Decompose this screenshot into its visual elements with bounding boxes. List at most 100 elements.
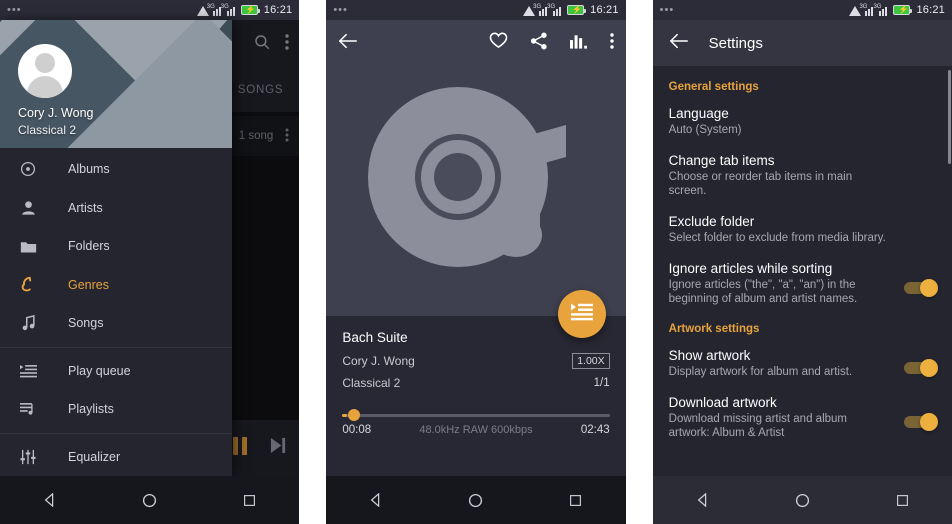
toggle-download-artwork[interactable]	[903, 412, 938, 431]
arrow-back-icon[interactable]	[669, 32, 689, 55]
setting-title: Change tab items	[668, 153, 775, 168]
three-phone-screenshot-collage: ••• 3G 3G ⚡ 16:21 SONGS 1 song Cory J. W…	[0, 0, 952, 524]
status-clock: 16:21	[263, 4, 293, 16]
toggle-knob	[919, 278, 938, 297]
play-queue-icon	[570, 303, 593, 326]
sidebar-item-playlists[interactable]: Playlists	[0, 390, 232, 429]
android-nav-bar	[652, 476, 952, 524]
drawer-header: Cory J. Wong Classical 2	[0, 20, 232, 148]
sidebar-item-genres[interactable]: Genres	[0, 266, 232, 305]
setting-title: Show artwork	[668, 348, 751, 363]
sidebar-item-label: Folders	[68, 239, 110, 254]
sidebar-item-equalizer[interactable]: Equalizer	[0, 438, 232, 477]
status-notification-dots: •••	[333, 4, 348, 16]
signal-2-icon: 3G	[873, 4, 890, 16]
avatar	[18, 44, 72, 98]
audio-format-label: 48.0kHz RAW 600kbps	[419, 424, 533, 436]
elapsed-time: 00:08	[342, 424, 372, 436]
settings-section-header: Artwork settings	[668, 323, 760, 335]
toggle-knob	[919, 358, 938, 377]
nav-back-triangle-icon[interactable]	[677, 493, 729, 507]
track-position-label: 1/1	[593, 377, 610, 389]
setting-show-artwork[interactable]: Show artwork Display artwork for album a…	[653, 344, 952, 391]
seek-bar[interactable]	[342, 409, 610, 421]
nav-recents-square-icon[interactable]	[223, 494, 275, 507]
setting-subtitle: Ignore articles ("the", "a", "an") in th…	[668, 279, 858, 305]
setting-change-tab-items[interactable]: Change tab items Choose or reorder tab i…	[653, 149, 952, 210]
sidebar-item-label: Genres	[68, 277, 109, 292]
status-bar: ••• 3G 3G ⚡ 16:21	[326, 0, 626, 20]
share-icon[interactable]	[530, 32, 548, 55]
settings-list: General settings Language Auto (System) …	[653, 66, 952, 524]
more-vert-icon[interactable]	[609, 32, 614, 54]
track-artist-row: Cory J. Wong 1.00X	[342, 353, 610, 369]
sidebar-item-label: Equalizer	[68, 449, 121, 464]
heart-outline-icon[interactable]	[489, 32, 508, 54]
settings-body: Settings General settings Language Auto …	[652, 20, 952, 524]
phone-screen-player: ••• 3G 3G ⚡ 16:21 Bach Suite Cory J. Won…	[326, 0, 626, 524]
page-title: Settings	[708, 34, 763, 52]
setting-exclude-folder[interactable]: Exclude folder Select folder to exclude …	[653, 210, 952, 257]
person-icon	[16, 200, 40, 216]
track-album: Classical 2	[342, 376, 401, 390]
nav-home-circle-icon[interactable]	[776, 493, 828, 508]
setting-title: Download artwork	[668, 395, 777, 410]
nav-recents-square-icon[interactable]	[550, 494, 602, 507]
sidebar-item-songs[interactable]: Songs	[0, 304, 232, 343]
avatar-head	[35, 53, 55, 73]
album-artwork-placeholder[interactable]	[326, 54, 625, 320]
phone-screen-library: ••• 3G 3G ⚡ 16:21 SONGS 1 song Cory J. W…	[0, 0, 300, 524]
status-bar: ••• 3G 3G ⚡ 16:21	[0, 0, 300, 20]
nav-recents-square-icon[interactable]	[876, 494, 928, 507]
setting-download-artwork[interactable]: Download artwork Download missing artist…	[653, 391, 952, 452]
sidebar-item-label: Songs	[68, 316, 104, 331]
playback-speed-badge[interactable]: 1.00X	[572, 353, 610, 369]
setting-title: Language	[668, 106, 729, 121]
drawer-group-queue: Play queue Playlists	[0, 346, 232, 429]
arrow-back-icon[interactable]	[338, 32, 358, 55]
total-duration: 02:43	[580, 424, 610, 436]
settings-section-header: General settings	[668, 81, 759, 93]
nav-back-triangle-icon[interactable]	[350, 493, 402, 507]
sidebar-item-label: Artists	[68, 200, 103, 215]
drawer-group-tools: Equalizer	[0, 432, 232, 477]
player-appbar	[326, 20, 625, 66]
play-queue-fab-button[interactable]	[557, 290, 606, 338]
bar-chart-icon[interactable]	[569, 33, 588, 54]
music-note-icon	[16, 315, 40, 331]
nav-back-triangle-icon[interactable]	[24, 493, 76, 507]
album-disc-icon	[16, 161, 40, 177]
playlist-music-icon	[16, 402, 40, 416]
sidebar-item-play-queue[interactable]: Play queue	[0, 352, 232, 391]
sidebar-item-folders[interactable]: Folders	[0, 227, 232, 266]
setting-title: Ignore articles while sorting	[668, 261, 833, 276]
nav-home-circle-icon[interactable]	[124, 493, 176, 508]
status-notification-dots: •••	[659, 4, 675, 16]
seek-progress-fill	[342, 413, 348, 417]
sidebar-item-artists[interactable]: Artists	[0, 189, 232, 228]
sidebar-item-albums[interactable]: Albums	[0, 150, 232, 189]
avatar-body	[27, 76, 63, 98]
status-clock: 16:21	[590, 4, 619, 16]
setting-subtitle: Download missing artist and album artwor…	[668, 413, 847, 439]
toggle-show-artwork[interactable]	[903, 358, 938, 377]
setting-subtitle: Select folder to exclude from media libr…	[668, 232, 886, 244]
drawer-user-subtitle: Classical 2	[18, 123, 77, 137]
setting-title: Exclude folder	[668, 214, 755, 229]
toggle-ignore-articles[interactable]	[903, 278, 938, 297]
setting-subtitle: Choose or reorder tab items in main scre…	[668, 171, 853, 197]
toggle-knob	[919, 412, 938, 431]
status-bar: ••• 3G 3G ⚡ 16:21	[652, 0, 952, 20]
android-nav-bar	[326, 476, 626, 524]
phone-screen-settings: ••• 3G 3G ⚡ 16:21 Settings General setti…	[652, 0, 952, 524]
setting-ignore-articles[interactable]: Ignore articles while sorting Ignore art…	[653, 257, 952, 318]
drawer-group-library: Albums Artists Folders Genres Songs	[0, 150, 232, 343]
seek-thumb[interactable]	[348, 409, 361, 421]
settings-appbar: Settings	[652, 20, 952, 66]
setting-language[interactable]: Language Auto (System)	[653, 102, 952, 149]
signal-2-icon: 3G	[221, 4, 238, 16]
nav-home-circle-icon[interactable]	[450, 493, 502, 508]
sidebar-item-label: Albums	[68, 162, 110, 177]
disc-music-note-placeholder-icon	[366, 77, 586, 297]
library-body: SONGS 1 song Cory J. Wong Classical 2 Al…	[0, 20, 300, 524]
